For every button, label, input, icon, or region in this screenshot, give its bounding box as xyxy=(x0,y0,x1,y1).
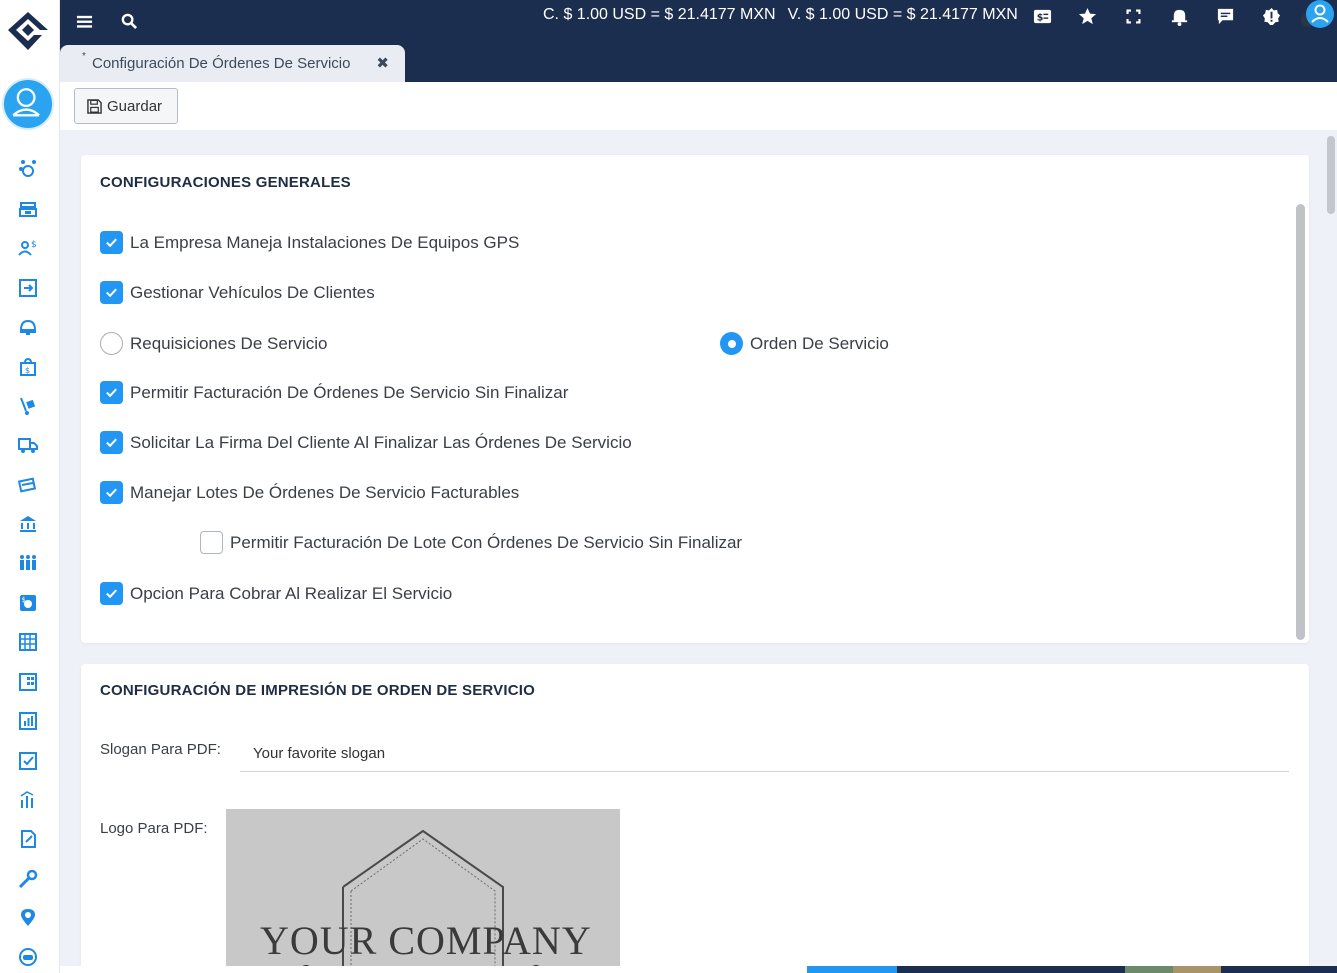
document-edit-icon[interactable] xyxy=(17,828,39,850)
bottom-strip-segment xyxy=(1221,966,1337,973)
app-logo-icon[interactable] xyxy=(4,8,52,56)
billable-lots-label: Manejar Lotes De Órdenes De Servicio Fac… xyxy=(130,482,520,502)
client-vehicles-option[interactable]: Gestionar Vehículos De Clientes xyxy=(100,281,375,304)
cards-icon[interactable] xyxy=(17,473,39,495)
panel-scrollbar[interactable] xyxy=(1296,204,1305,640)
store-icon[interactable] xyxy=(17,198,39,220)
service-requisitions-label: Requisiciones De Servicio xyxy=(130,333,328,353)
bottom-strip-segment xyxy=(807,966,897,973)
truck-icon[interactable] xyxy=(17,434,39,456)
general-settings-title: CONFIGURACIONES GENERALES xyxy=(100,174,351,191)
client-signature-label: Solicitar La Firma Del Cliente Al Finali… xyxy=(130,432,632,452)
fullscreen-icon[interactable] xyxy=(1122,5,1144,27)
bottom-strip-segment xyxy=(1125,966,1173,973)
sale-rate: V. $ 1.00 USD = $ 21.4177 MXN xyxy=(787,6,1018,23)
exchange-rates: C. $ 1.00 USD = $ 21.4177 MXN V. $ 1.00 U… xyxy=(543,6,1030,24)
charge-on-service-label: Opcion Para Cobrar Al Realizar El Servic… xyxy=(130,583,453,603)
service-order-label: Orden De Servicio xyxy=(750,333,889,353)
profile-avatar-icon[interactable] xyxy=(1300,0,1336,32)
purchase-rate: C. $ 1.00 USD = $ 21.4177 MXN xyxy=(543,6,776,23)
slogan-input[interactable] xyxy=(240,736,1289,772)
bar-chart-icon[interactable] xyxy=(17,789,39,811)
wrench-icon[interactable] xyxy=(17,868,39,890)
hand-truck-icon[interactable] xyxy=(17,395,39,417)
svg-text:$: $ xyxy=(25,366,30,375)
service-requisitions-radio[interactable] xyxy=(100,332,123,355)
money-document-icon[interactable]: $ xyxy=(17,592,39,614)
client-vehicles-checkbox[interactable] xyxy=(100,281,123,304)
billing-unfinished-label: Permitir Facturación De Órdenes De Servi… xyxy=(130,382,569,402)
slogan-label: Slogan Para PDF: xyxy=(100,741,221,758)
billing-unfinished-option[interactable]: Permitir Facturación De Órdenes De Servi… xyxy=(100,381,568,404)
tab-close-icon[interactable]: ✖ xyxy=(376,54,389,72)
general-settings-panel: CONFIGURACIONES GENERALES La Empresa Man… xyxy=(81,155,1309,643)
star-icon[interactable] xyxy=(1076,5,1098,27)
top-bar: C. $ 1.00 USD = $ 21.4177 MXN V. $ 1.00 U… xyxy=(60,0,1337,82)
print-settings-panel: CONFIGURACIÓN DE IMPRESIÓN DE ORDEN DE S… xyxy=(81,664,1309,973)
client-signature-option[interactable]: Solicitar La Firma Del Cliente Al Finali… xyxy=(100,431,632,454)
service-order-radio[interactable] xyxy=(720,332,743,355)
logo-label: Logo Para PDF: xyxy=(100,820,208,837)
page-scrollbar[interactable] xyxy=(1327,136,1335,214)
lot-unfinished-label: Permitir Facturación De Lote Con Órdenes… xyxy=(230,532,743,552)
people-icon[interactable] xyxy=(17,552,39,574)
currency-icon[interactable]: $ xyxy=(1031,5,1053,27)
gps-installations-label: La Empresa Maneja Instalaciones De Equip… xyxy=(130,232,520,252)
print-settings-title: CONFIGURACIÓN DE IMPRESIÓN DE ORDEN DE S… xyxy=(100,682,536,699)
toolbar: Guardar xyxy=(60,82,1337,130)
network-icon[interactable] xyxy=(17,158,39,180)
billable-lots-checkbox[interactable] xyxy=(100,481,123,504)
search-icon[interactable] xyxy=(118,10,140,32)
bank-icon[interactable] xyxy=(17,513,39,535)
client-signature-checkbox[interactable] xyxy=(100,431,123,454)
lot-unfinished-checkbox[interactable] xyxy=(200,531,223,554)
user-money-icon[interactable]: $ xyxy=(17,237,39,259)
tab-service-order-config[interactable]: * Configuración De Órdenes De Servicio ✖ xyxy=(60,45,405,82)
tab-modified-marker: * xyxy=(82,51,86,62)
bottom-strip-segment xyxy=(60,966,807,973)
service-bell-icon[interactable] xyxy=(17,316,39,338)
support-icon[interactable] xyxy=(17,946,39,968)
calculator-icon[interactable] xyxy=(17,631,39,653)
chat-icon[interactable] xyxy=(1214,5,1236,27)
tab-title: Configuración De Órdenes De Servicio xyxy=(92,55,351,72)
svg-text:$: $ xyxy=(22,596,26,604)
company-logo-image[interactable]: YOUR COMPANY xyxy=(226,809,620,973)
checkbox-icon[interactable] xyxy=(17,750,39,772)
charge-on-service-option[interactable]: Opcion Para Cobrar Al Realizar El Servic… xyxy=(100,582,452,605)
billable-lots-option[interactable]: Manejar Lotes De Órdenes De Servicio Fac… xyxy=(100,481,519,504)
document-exchange-icon[interactable] xyxy=(17,277,39,299)
gps-installations-checkbox[interactable] xyxy=(100,231,123,254)
shopping-bag-icon[interactable]: $ xyxy=(17,356,39,378)
bottom-strip-segment xyxy=(897,966,1125,973)
menu-icon[interactable] xyxy=(73,10,95,32)
lot-unfinished-option[interactable]: Permitir Facturación De Lote Con Órdenes… xyxy=(200,531,742,554)
save-button[interactable]: Guardar xyxy=(74,88,178,124)
user-avatar[interactable] xyxy=(2,78,54,130)
alert-badge-icon[interactable] xyxy=(1260,5,1282,27)
client-vehicles-label: Gestionar Vehículos De Clientes xyxy=(130,282,375,302)
sidebar: $ $ $ xyxy=(0,0,60,973)
save-button-label: Guardar xyxy=(107,97,163,115)
svg-text:$: $ xyxy=(31,240,37,250)
billing-unfinished-checkbox[interactable] xyxy=(100,381,123,404)
gps-installations-option[interactable]: La Empresa Maneja Instalaciones De Equip… xyxy=(100,231,519,254)
service-requisitions-option[interactable]: Requisiciones De Servicio xyxy=(100,332,327,355)
report-chart-icon[interactable] xyxy=(17,710,39,732)
company-logo-text: YOUR COMPANY xyxy=(260,918,592,963)
bell-icon[interactable] xyxy=(1168,5,1190,27)
bottom-strip-segment xyxy=(1173,966,1221,973)
service-order-option[interactable]: Orden De Servicio xyxy=(720,332,889,355)
svg-text:$: $ xyxy=(1036,12,1043,23)
charge-on-service-checkbox[interactable] xyxy=(100,582,123,605)
floppy-disk-icon xyxy=(87,98,102,114)
location-pin-icon[interactable] xyxy=(17,907,39,929)
grid-document-icon[interactable] xyxy=(17,671,39,693)
